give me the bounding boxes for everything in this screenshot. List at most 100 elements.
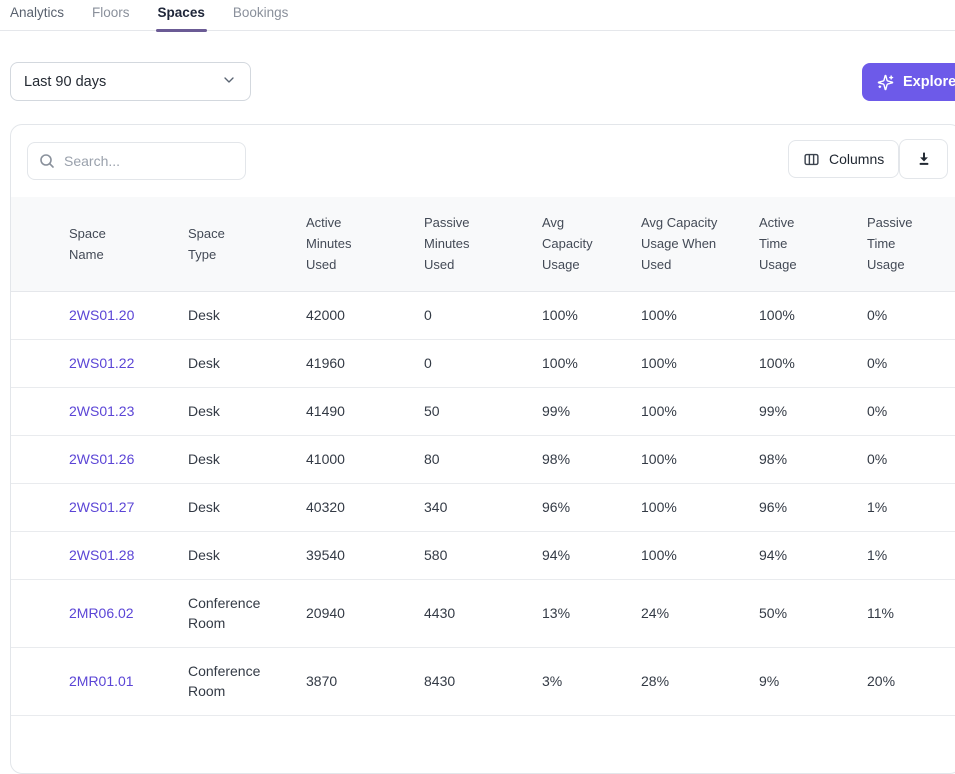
cell-active-time: 96% — [759, 483, 867, 532]
controls-row: Last 90 days Explore — [0, 31, 955, 124]
cell-active-minutes: 20940 — [306, 579, 424, 648]
space-name-link[interactable]: 2MR06.02 — [69, 605, 134, 621]
table-row: 2WS01.20 Desk 42000 0 100% 100% 100% 0% — [11, 291, 955, 340]
date-range-select[interactable]: Last 90 days — [10, 62, 251, 101]
cell-passive-minutes: 80 — [424, 435, 542, 484]
table-row: 2WS01.26 Desk 41000 80 98% 100% 98% 0% — [11, 435, 955, 484]
col-space-type: Space Type — [188, 197, 306, 292]
cell-passive-time: 0% — [867, 435, 955, 484]
space-name-link[interactable]: 2WS01.22 — [69, 355, 134, 371]
space-name-link[interactable]: 2WS01.26 — [69, 451, 134, 467]
cell-active-minutes: 39540 — [306, 531, 424, 580]
cell-passive-time: 0% — [867, 339, 955, 388]
cell-active-minutes: 40320 — [306, 483, 424, 532]
cell-active-time: 50% — [759, 579, 867, 648]
cell-active-time: 98% — [759, 435, 867, 484]
space-name-link[interactable]: 2WS01.27 — [69, 499, 134, 515]
cell-space-name: 2MR01.01 — [11, 647, 188, 716]
cell-avg-capacity: 3% — [542, 647, 641, 716]
cell-avg-capacity-when-used: 100% — [641, 291, 759, 340]
table-row: 2WS01.22 Desk 41960 0 100% 100% 100% 0% — [11, 339, 955, 388]
cell-passive-time: 1% — [867, 531, 955, 580]
tab-analytics[interactable]: Analytics — [8, 0, 66, 30]
cell-space-name: 2WS01.20 — [11, 291, 188, 340]
cell-space-name: 2WS01.23 — [11, 387, 188, 436]
cell-active-minutes: 41960 — [306, 339, 424, 388]
cell-space-name: 2WS01.27 — [11, 483, 188, 532]
cell-passive-minutes: 8430 — [424, 647, 542, 716]
col-passive-minutes: Passive Minutes Used — [424, 197, 542, 292]
download-button[interactable] — [899, 139, 948, 179]
cell-avg-capacity: 99% — [542, 387, 641, 436]
col-active-minutes: Active Minutes Used — [306, 197, 424, 292]
tab-spaces[interactable]: Spaces — [155, 0, 208, 32]
col-avg-capacity-when-used: Avg Capacity Usage When Used — [641, 197, 759, 292]
col-active-time: Active Time Usage — [759, 197, 867, 292]
cell-space-name: 2WS01.22 — [11, 339, 188, 388]
cell-passive-minutes: 580 — [424, 531, 542, 580]
tab-bookings[interactable]: Bookings — [231, 0, 291, 30]
tab-floors[interactable]: Floors — [90, 0, 132, 30]
tab-bar: Analytics Floors Spaces Bookings — [0, 0, 955, 32]
search-field-wrap — [27, 142, 246, 180]
columns-button-label: Columns — [829, 151, 885, 167]
cell-space-type: Desk — [188, 339, 306, 388]
cell-space-name: 2WS01.26 — [11, 435, 188, 484]
cell-avg-capacity: 96% — [542, 483, 641, 532]
cell-space-type: Desk — [188, 483, 306, 532]
cell-active-minutes: 41490 — [306, 387, 424, 436]
space-name-link[interactable]: 2WS01.20 — [69, 307, 134, 323]
table-toolbar: Columns — [11, 125, 955, 197]
table-row: 2WS01.28 Desk 39540 580 94% 100% 94% 1% — [11, 531, 955, 580]
explore-button[interactable]: Explore — [862, 63, 955, 101]
cell-space-type: Desk — [188, 531, 306, 580]
cell-avg-capacity-when-used: 100% — [641, 531, 759, 580]
cell-passive-minutes: 0 — [424, 291, 542, 340]
cell-avg-capacity: 100% — [542, 291, 641, 340]
table-row: 2WS01.27 Desk 40320 340 96% 100% 96% 1% — [11, 483, 955, 532]
cell-space-type: Desk — [188, 387, 306, 436]
table-header: Space Name Space Type Active Minutes Use… — [11, 197, 955, 292]
cell-active-minutes: 42000 — [306, 291, 424, 340]
cell-space-type: Conference Room — [188, 647, 306, 716]
date-range-value: Last 90 days — [24, 73, 107, 90]
spaces-table: Space Name Space Type Active Minutes Use… — [11, 197, 955, 716]
cell-avg-capacity-when-used: 100% — [641, 435, 759, 484]
cell-avg-capacity: 100% — [542, 339, 641, 388]
table-row: 2WS01.23 Desk 41490 50 99% 100% 99% 0% — [11, 387, 955, 436]
cell-active-time: 9% — [759, 647, 867, 716]
cell-active-time: 99% — [759, 387, 867, 436]
cell-active-minutes: 3870 — [306, 647, 424, 716]
table-body: 2WS01.20 Desk 42000 0 100% 100% 100% 0% … — [11, 291, 955, 716]
columns-button[interactable]: Columns — [788, 140, 900, 178]
sparkles-icon — [877, 74, 894, 91]
spaces-table-card: Columns Space Name Space Type Active Min… — [10, 124, 955, 774]
cell-space-type: Conference Room — [188, 579, 306, 648]
cell-space-type: Desk — [188, 291, 306, 340]
cell-space-name: 2MR06.02 — [11, 579, 188, 648]
table-row: 2MR06.02 Conference Room 20940 4430 13% … — [11, 579, 955, 648]
cell-passive-time: 1% — [867, 483, 955, 532]
cell-avg-capacity: 94% — [542, 531, 641, 580]
cell-avg-capacity-when-used: 28% — [641, 647, 759, 716]
cell-avg-capacity-when-used: 24% — [641, 579, 759, 648]
cell-avg-capacity: 98% — [542, 435, 641, 484]
cell-active-time: 94% — [759, 531, 867, 580]
cell-space-name: 2WS01.28 — [11, 531, 188, 580]
search-input[interactable] — [27, 142, 246, 180]
cell-passive-minutes: 340 — [424, 483, 542, 532]
cell-passive-minutes: 4430 — [424, 579, 542, 648]
cell-space-type: Desk — [188, 435, 306, 484]
cell-active-time: 100% — [759, 291, 867, 340]
cell-avg-capacity: 13% — [542, 579, 641, 648]
space-name-link[interactable]: 2MR01.01 — [69, 673, 134, 689]
explore-button-label: Explore — [903, 74, 955, 90]
cell-avg-capacity-when-used: 100% — [641, 387, 759, 436]
space-name-link[interactable]: 2WS01.28 — [69, 547, 134, 563]
col-space-name: Space Name — [11, 197, 188, 292]
chevron-down-icon — [221, 72, 237, 92]
cell-passive-time: 0% — [867, 291, 955, 340]
table-row: 2MR01.01 Conference Room 3870 8430 3% 28… — [11, 647, 955, 716]
space-name-link[interactable]: 2WS01.23 — [69, 403, 134, 419]
cell-passive-minutes: 50 — [424, 387, 542, 436]
